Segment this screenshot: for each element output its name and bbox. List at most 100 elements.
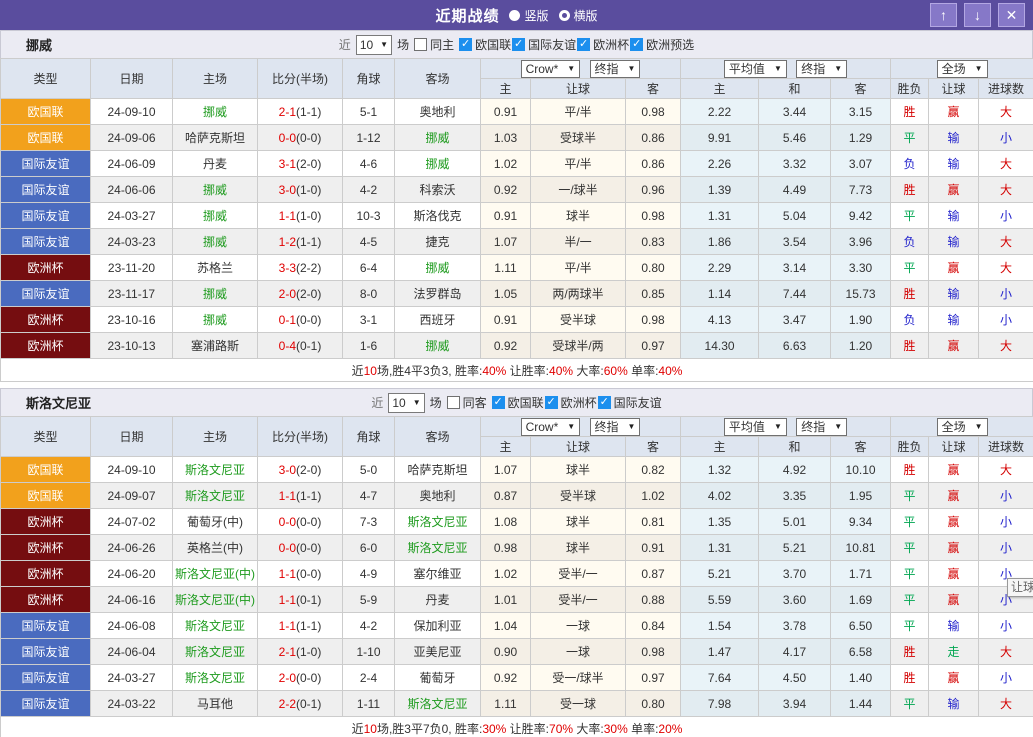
league-checkbox[interactable]: ✓ 欧国联 (491, 394, 544, 411)
corner-cell: 4-9 (342, 560, 395, 587)
match-row: 国际友谊 24-06-09 丹麦 3-1(2-0) 4-6 挪威 1.02 平/半 0.86 2.… (0, 150, 1033, 177)
avg-home-cell: 1.47 (680, 638, 760, 665)
away-odds-cell: 0.97 (624, 332, 682, 359)
avg-away-cell: 3.15 (830, 98, 892, 125)
avg-draw-cell: 5.04 (758, 202, 832, 229)
league-checkbox[interactable]: ✓ 欧洲杯 (577, 36, 629, 53)
goals-cell: 小 (978, 124, 1033, 151)
handicap-result-cell: 赢 (928, 176, 980, 203)
odds-stage-select[interactable]: 终指 ▼ (589, 417, 641, 436)
checkbox-icon[interactable] (446, 396, 460, 409)
avg-home-cell: 9.91 (680, 124, 760, 151)
match-row: 国际友谊 24-06-06 挪威 3-0(1-0) 4-2 科索沃 0.92 一/球半 0.96… (0, 176, 1033, 203)
score-cell: 0-1(0-0) (257, 306, 343, 333)
same-home-label: 同主 (430, 38, 455, 52)
avg-home-cell: 1.54 (680, 612, 760, 639)
same-home-checkbox[interactable]: 同主 (414, 36, 454, 53)
odds-stage-select[interactable]: 终指 ▼ (589, 59, 641, 78)
avg-away-cell: 10.81 (830, 534, 892, 561)
home-odds-cell: 1.07 (480, 456, 531, 483)
odds-company-select[interactable]: Crow* ▼ (520, 59, 581, 78)
checkbox-icon[interactable]: ✓ (544, 396, 558, 409)
avg-away-cell: 1.95 (830, 482, 892, 509)
chevron-down-icon: ▼ (974, 64, 983, 73)
league-checkbox[interactable]: ✓ 国际友谊 (512, 36, 576, 53)
league-label: 欧国联 (507, 396, 544, 410)
recent-count-select[interactable]: 10 ▼ (355, 34, 393, 55)
league-label: 欧洲预选 (646, 38, 695, 52)
match-row: 欧国联 24-09-07 斯洛文尼亚 1-1(1-1) 4-7 奥地利 0.87 受半球 1.0… (0, 482, 1033, 509)
col-header-corner: 角球 (342, 58, 395, 99)
handicap-cell: 受一球 (530, 690, 626, 717)
home-team-cell: 斯洛文尼亚 (172, 612, 258, 639)
home-odds-cell: 1.08 (480, 508, 531, 535)
average-stage-value: 终指 (801, 420, 826, 434)
average-value: 平均值 (728, 62, 765, 76)
home-odds-cell: 0.98 (480, 534, 531, 561)
average-select[interactable]: 平均值 ▼ (723, 59, 787, 78)
goals-cell: 小 (978, 280, 1033, 307)
handicap-result-cell: 走 (928, 638, 980, 665)
average-select[interactable]: 平均值 ▼ (723, 417, 787, 436)
scope-select[interactable]: 全场 ▼ (936, 59, 988, 78)
date-cell: 23-11-20 (90, 254, 173, 281)
avg-away-cell: 7.73 (830, 176, 892, 203)
checkbox-icon[interactable]: ✓ (597, 396, 611, 409)
corner-cell: 1-10 (342, 638, 395, 665)
average-value: 平均值 (728, 420, 765, 434)
checkbox-icon[interactable]: ✓ (512, 38, 526, 51)
col-header-type: 类型 (0, 58, 91, 99)
move-up-button[interactable]: ↑ (930, 3, 957, 27)
league-checkbox[interactable]: ✓ 欧国联 (459, 36, 511, 53)
handicap-cell: 受球半/两 (530, 332, 626, 359)
away-odds-cell: 0.81 (624, 508, 682, 535)
avg-draw-cell: 3.54 (758, 228, 832, 255)
recent-prefix-label: 近 (338, 38, 351, 52)
avg-draw-cell: 3.47 (758, 306, 832, 333)
move-down-button[interactable]: ↓ (964, 3, 991, 27)
date-cell: 24-09-06 (90, 124, 173, 151)
goals-cell: 大 (978, 254, 1033, 281)
checkbox-icon[interactable]: ✓ (630, 38, 644, 51)
average-stage-select[interactable]: 终指 ▼ (796, 59, 848, 78)
league-checkbox[interactable]: ✓ 欧洲杯 (544, 394, 597, 411)
radio-checked-icon[interactable] (558, 9, 570, 21)
result-cell: 负 (890, 150, 930, 177)
league-checkbox[interactable]: ✓ 欧洲预选 (630, 36, 694, 53)
home-team-cell: 英格兰(中) (172, 534, 258, 561)
close-button[interactable]: ✕ (998, 3, 1025, 27)
goals-cell: 小 (978, 612, 1033, 639)
odds-company-select[interactable]: Crow* ▼ (520, 417, 581, 436)
date-cell: 24-07-02 (90, 508, 173, 535)
vertical-layout-radio[interactable]: 竖版 (509, 7, 549, 24)
league-cell: 欧国联 (0, 124, 91, 151)
chevron-down-icon: ▼ (974, 422, 983, 431)
result-cell: 胜 (890, 456, 930, 483)
league-label: 欧国联 (475, 38, 512, 52)
recent-count-select[interactable]: 10 ▼ (388, 392, 425, 413)
radio-icon[interactable] (509, 9, 521, 21)
avg-home-cell: 1.32 (680, 456, 760, 483)
league-checkbox[interactable]: ✓ 国际友谊 (597, 394, 662, 411)
checkbox-icon[interactable]: ✓ (491, 396, 505, 409)
team-name: 斯洛文尼亚 (26, 396, 92, 411)
same-away-checkbox[interactable]: 同客 (446, 394, 487, 411)
scope-select[interactable]: 全场 ▼ (936, 417, 988, 436)
home-odds-cell: 1.03 (480, 124, 531, 151)
goals-cell: 小 (978, 508, 1033, 535)
horizontal-layout-radio[interactable]: 横版 (558, 7, 598, 24)
goals-cell: 小 (978, 306, 1033, 333)
checkbox-icon[interactable] (414, 38, 428, 51)
avg-draw-cell: 5.01 (758, 508, 832, 535)
sub-header: 让球 (928, 436, 980, 457)
date-cell: 24-06-26 (90, 534, 173, 561)
average-stage-select[interactable]: 终指 ▼ (796, 417, 848, 436)
corner-cell: 2-4 (342, 664, 395, 691)
checkbox-icon[interactable]: ✓ (577, 38, 591, 51)
avg-draw-cell: 4.50 (758, 664, 832, 691)
avg-home-cell: 1.14 (680, 280, 760, 307)
checkbox-icon[interactable]: ✓ (459, 38, 473, 51)
handicap-result-cell: 输 (928, 612, 980, 639)
handicap-result-cell: 赢 (928, 98, 980, 125)
sub-header: 主 (480, 436, 531, 457)
